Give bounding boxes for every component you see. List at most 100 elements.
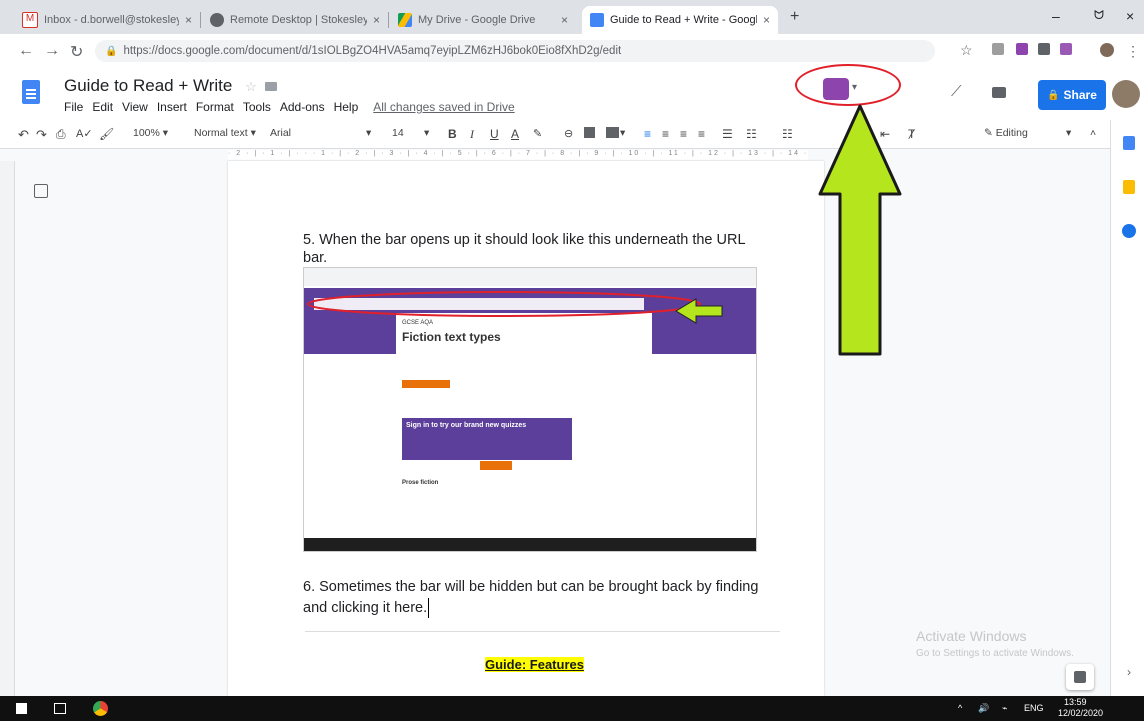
embedded-signin-banner: Sign in to try our brand new quizzes bbox=[402, 418, 572, 460]
window-close-button[interactable]: × bbox=[1126, 8, 1134, 24]
reload-icon[interactable]: ↻ bbox=[70, 42, 83, 62]
comments-icon[interactable] bbox=[992, 87, 1006, 98]
link-icon[interactable]: ⊖ bbox=[564, 127, 573, 140]
chevron-down-icon[interactable]: ▾ bbox=[366, 127, 371, 139]
forward-icon[interactable]: → bbox=[44, 42, 60, 60]
account-avatar[interactable] bbox=[1112, 80, 1140, 108]
tab-google-docs[interactable]: Guide to Read + Write - Google… × bbox=[582, 6, 778, 34]
editing-mode-select[interactable]: ✎ Editing bbox=[984, 127, 1028, 139]
justify-icon[interactable]: ≡ bbox=[698, 127, 705, 141]
underline-icon[interactable]: U bbox=[490, 127, 499, 141]
close-icon[interactable]: × bbox=[763, 13, 770, 27]
spellcheck-icon[interactable]: A✓ bbox=[76, 127, 93, 140]
menu-tools[interactable]: Tools bbox=[243, 100, 271, 114]
embedded-pager bbox=[480, 461, 512, 470]
menu-insert[interactable]: Insert bbox=[157, 100, 187, 114]
document-title[interactable]: Guide to Read + Write ☆ bbox=[64, 76, 278, 96]
language-indicator[interactable]: ENG bbox=[1024, 703, 1044, 713]
close-icon[interactable]: × bbox=[561, 13, 568, 27]
menu-bar: File Edit View Insert Format Tools Add-o… bbox=[64, 100, 515, 114]
chevron-up-icon[interactable]: ˄ bbox=[1090, 127, 1096, 139]
keep-icon[interactable] bbox=[1123, 180, 1135, 194]
style-select[interactable]: Normal text ▾ bbox=[194, 127, 256, 139]
chevron-down-icon[interactable]: ▾ bbox=[424, 127, 429, 139]
minimize-button[interactable]: – bbox=[1052, 8, 1060, 24]
bulleted-list-icon[interactable]: ☷ bbox=[782, 127, 793, 141]
menu-format[interactable]: Format bbox=[196, 100, 234, 114]
profile-avatar[interactable] bbox=[1100, 43, 1114, 57]
url-bar[interactable]: 🔒 https://docs.google.com/document/d/1sI… bbox=[95, 40, 935, 62]
explore-button[interactable] bbox=[1066, 664, 1094, 690]
new-tab-button[interactable]: + bbox=[790, 8, 799, 26]
italic-icon[interactable]: I bbox=[470, 127, 474, 142]
lock-icon: 🔒 bbox=[1047, 89, 1060, 101]
image-icon[interactable] bbox=[606, 127, 619, 138]
menu-view[interactable]: View bbox=[122, 100, 148, 114]
horizontal-ruler[interactable]: · 2 · | · 1 · | · · · 1 · | · 2 · | · 3 … bbox=[0, 149, 1110, 161]
formatting-toolbar: ↶ ↷ ⎙ A✓ 🖌 100% ▾ Normal text ▾ Arial ▾ … bbox=[0, 120, 1144, 149]
extension-icon[interactable] bbox=[1016, 43, 1028, 55]
extension-icon[interactable] bbox=[1060, 43, 1072, 55]
zoom-select[interactable]: 100% ▾ bbox=[133, 127, 168, 139]
font-size-select[interactable]: 14 bbox=[392, 127, 404, 139]
star-icon[interactable]: ☆ bbox=[245, 79, 257, 94]
calendar-icon[interactable] bbox=[1123, 136, 1135, 150]
network-icon[interactable]: ⌁ bbox=[1002, 703, 1007, 714]
highlight-icon[interactable]: ✎ bbox=[533, 127, 542, 140]
close-icon[interactable]: × bbox=[373, 13, 380, 27]
align-right-icon[interactable]: ≡ bbox=[680, 127, 687, 141]
vertical-ruler[interactable] bbox=[0, 161, 15, 696]
tab-remote-desktop[interactable]: Remote Desktop | Stokesley Sch… × bbox=[202, 6, 388, 34]
save-status[interactable]: All changes saved in Drive bbox=[373, 100, 514, 114]
numbered-list-icon[interactable]: ☷ bbox=[746, 127, 757, 141]
document-outline-icon[interactable] bbox=[34, 184, 48, 198]
activate-windows-subtext: Go to Settings to activate Windows. bbox=[916, 648, 1074, 659]
font-select[interactable]: Arial bbox=[270, 127, 291, 139]
embedded-screenshot[interactable]: GCSE AQA Fiction text types Sign in to t… bbox=[303, 267, 757, 552]
extension-icon[interactable] bbox=[992, 43, 1004, 55]
redo-icon[interactable]: ↷ bbox=[36, 127, 47, 143]
clear-format-icon[interactable]: Ⱦ bbox=[908, 127, 915, 141]
back-icon[interactable]: ← bbox=[18, 42, 34, 60]
tab-gmail[interactable]: M Inbox - d.borwell@stokesleysch… × bbox=[14, 6, 200, 34]
chrome-menu-icon[interactable]: ⋮ bbox=[1126, 43, 1140, 60]
chevron-down-icon[interactable]: ▾ bbox=[1066, 127, 1071, 139]
chrome-taskbar-icon[interactable] bbox=[93, 701, 108, 716]
activity-icon[interactable]: ⟋ bbox=[951, 83, 962, 100]
align-center-icon[interactable]: ≡ bbox=[662, 127, 669, 141]
share-button[interactable]: 🔒 Share bbox=[1038, 80, 1106, 110]
docs-home-icon[interactable] bbox=[22, 80, 40, 104]
red-annotation-circle bbox=[795, 64, 901, 106]
text-color-icon[interactable]: A bbox=[511, 127, 519, 141]
tab-google-drive[interactable]: My Drive - Google Drive × bbox=[390, 6, 576, 34]
comment-icon[interactable] bbox=[584, 127, 595, 138]
tasks-icon[interactable] bbox=[1122, 224, 1136, 238]
menu-edit[interactable]: Edit bbox=[92, 100, 113, 114]
align-left-icon[interactable]: ≡ bbox=[644, 127, 651, 141]
windows-start-icon[interactable] bbox=[16, 703, 27, 714]
embedded-label: GCSE AQA bbox=[402, 320, 434, 326]
folder-icon[interactable] bbox=[265, 82, 278, 91]
volume-icon[interactable]: 🔊 bbox=[978, 703, 989, 714]
line-spacing-icon[interactable]: ☰ bbox=[722, 127, 733, 141]
bold-icon[interactable]: B bbox=[448, 127, 457, 141]
clock-time[interactable]: 13:59 bbox=[1064, 697, 1087, 707]
task-view-icon[interactable] bbox=[54, 703, 66, 714]
menu-help[interactable]: Help bbox=[334, 100, 359, 114]
ruler-scale: · 2 · | · 1 · | · · · 1 · | · 2 · | · 3 … bbox=[228, 150, 808, 160]
clock-date[interactable]: 12/02/2020 bbox=[1058, 708, 1103, 718]
windows-taskbar: ^ 🔊 ⌁ ENG 13:59 12/02/2020 bbox=[0, 696, 1144, 721]
close-icon[interactable]: × bbox=[185, 13, 192, 27]
print-icon[interactable]: ⎙ bbox=[56, 127, 66, 142]
chevron-right-icon[interactable]: › bbox=[1127, 665, 1131, 679]
embedded-orange-button bbox=[402, 380, 450, 388]
menu-file[interactable]: File bbox=[64, 100, 83, 114]
undo-icon[interactable]: ↶ bbox=[18, 127, 29, 143]
system-tray-chevron-icon[interactable]: ^ bbox=[958, 703, 962, 713]
menu-addons[interactable]: Add-ons bbox=[280, 100, 325, 114]
maximize-button[interactable]: ᗢ bbox=[1094, 8, 1104, 23]
chevron-down-icon[interactable]: ▾ bbox=[620, 127, 625, 139]
paint-format-icon[interactable]: 🖌 bbox=[99, 127, 114, 141]
bookmark-star-icon[interactable]: ☆ bbox=[960, 42, 973, 59]
extension-icon[interactable] bbox=[1038, 43, 1050, 55]
